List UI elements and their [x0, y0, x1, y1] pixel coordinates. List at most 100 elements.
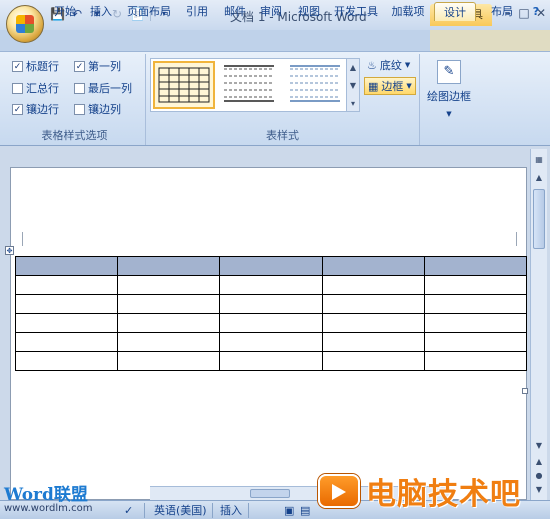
checkbox-box[interactable]: ✓ — [74, 60, 85, 72]
table-cell[interactable] — [321, 351, 425, 371]
tab-view[interactable]: 视图 — [292, 2, 326, 21]
table-cell[interactable] — [423, 294, 528, 314]
checkbox-label: 镶边列 — [88, 103, 121, 116]
table-cell[interactable] — [117, 275, 221, 295]
table-cell[interactable] — [321, 294, 425, 314]
play-logo-icon — [318, 474, 360, 508]
borders-button[interactable]: ▦ 边框 ▼ — [364, 77, 416, 95]
full-screen-view-icon[interactable]: ▤ — [300, 503, 310, 518]
watermark-brand: Word联盟 — [4, 485, 88, 505]
table-cell[interactable] — [219, 256, 323, 276]
table-cell[interactable] — [219, 332, 323, 352]
table-cell[interactable] — [321, 256, 425, 276]
table-cell[interactable] — [117, 294, 221, 314]
scroll-thumb[interactable] — [533, 189, 545, 249]
tab-addins[interactable]: 加载项 — [386, 2, 430, 21]
watermark-word-union: Word联盟 www.wordlm.com — [4, 480, 114, 518]
gallery-up-icon[interactable]: ▲ — [347, 59, 359, 77]
table-cell[interactable] — [423, 256, 528, 276]
ribbon-panel: ✓ 标题行 ✓ 第一列 汇总行 最后一列 ✓ 镶边行 镶边列 表格样式选项 表样… — [0, 51, 550, 146]
vertical-scrollbar[interactable]: ▦ ▲ ▼ ▲ ● ▼ — [530, 149, 547, 501]
borders-label: 边框 — [381, 80, 404, 93]
tab-references[interactable]: 引用 — [180, 2, 214, 21]
gallery-scroll[interactable]: ▲ ▼ ▾ — [346, 58, 360, 112]
table-cell[interactable] — [14, 294, 119, 314]
checkbox-banded-rows[interactable]: ✓ 镶边行 — [12, 101, 59, 117]
table-cell[interactable] — [14, 351, 119, 371]
table-cell[interactable] — [117, 256, 221, 276]
document-page[interactable]: ✥ — [5, 167, 528, 500]
table-cell[interactable] — [14, 256, 119, 276]
table-cell[interactable] — [321, 332, 425, 352]
tab-developer[interactable]: 开发工具 — [328, 2, 384, 21]
table-row — [14, 256, 528, 276]
tab-design[interactable]: 设计 — [434, 2, 476, 21]
office-button[interactable] — [6, 5, 44, 43]
checkbox-box[interactable]: ✓ — [12, 103, 23, 115]
proofing-icon[interactable]: ✓ — [124, 503, 133, 518]
checkbox-box[interactable] — [74, 103, 85, 115]
tab-insert[interactable]: 插入 — [84, 2, 118, 21]
language-status[interactable]: 英语(美国) — [154, 503, 207, 518]
table-cell[interactable] — [117, 313, 221, 333]
checkbox-header-row[interactable]: ✓ 标题行 — [12, 58, 59, 74]
checkbox-box[interactable] — [74, 82, 85, 94]
table-style-grid[interactable] — [153, 61, 215, 109]
table-style-grid-icon — [158, 67, 210, 103]
status-separator — [248, 503, 249, 518]
table-cell[interactable] — [423, 313, 528, 333]
table-resize-handle[interactable] — [522, 388, 528, 394]
table-cell[interactable] — [117, 351, 221, 371]
tab-page-layout[interactable]: 页面布局 — [122, 2, 176, 21]
table-cell[interactable] — [219, 275, 323, 295]
checkbox-total-row[interactable]: 汇总行 — [12, 80, 59, 96]
table-cell[interactable] — [219, 294, 323, 314]
gallery-more-icon[interactable]: ▾ — [347, 95, 359, 113]
table-cell[interactable] — [423, 351, 528, 371]
table-style-light[interactable] — [285, 61, 347, 109]
checkbox-banded-columns[interactable]: 镶边列 — [74, 101, 121, 117]
scroll-down-icon[interactable]: ▼ — [531, 439, 547, 453]
watermark-url: www.wordlm.com — [4, 503, 93, 514]
checkbox-last-column[interactable]: 最后一列 — [74, 80, 132, 96]
table-cell[interactable] — [423, 332, 528, 352]
draw-borders-button[interactable]: ✎ 绘图边框 ▼ — [424, 60, 474, 118]
table-cell[interactable] — [14, 332, 119, 352]
table-cell[interactable] — [219, 313, 323, 333]
table-cell[interactable] — [423, 275, 528, 295]
table-cell[interactable] — [321, 275, 425, 295]
watermark-pc-tech: 电脑技术吧 — [318, 468, 550, 514]
insert-mode-status[interactable]: 插入 — [220, 503, 242, 518]
status-separator — [212, 503, 213, 518]
table-move-handle[interactable]: ✥ — [5, 246, 14, 255]
table-cell[interactable] — [321, 313, 425, 333]
prev-page-icon[interactable]: ▲ — [531, 455, 547, 469]
help-icon[interactable]: ? — [528, 2, 544, 21]
pen-icon: ✎ — [437, 60, 461, 84]
tab-layout[interactable]: 布局 — [484, 2, 520, 21]
hscroll-thumb[interactable] — [250, 489, 290, 498]
table-cell[interactable] — [14, 275, 119, 295]
tab-review[interactable]: 审阅 — [254, 2, 288, 21]
table-cell[interactable] — [219, 351, 323, 371]
chevron-down-icon: ▼ — [406, 82, 412, 90]
table-cell[interactable] — [117, 332, 221, 352]
print-layout-view-icon[interactable]: ▣ — [284, 503, 294, 518]
document-table[interactable] — [14, 256, 528, 371]
table-style-plain[interactable] — [219, 61, 281, 109]
group-label: 表样式 — [266, 129, 299, 142]
shading-button[interactable]: ♨ 底纹 ▼ — [364, 56, 413, 74]
context-tab-band — [430, 30, 550, 51]
gallery-down-icon[interactable]: ▼ — [347, 77, 359, 95]
tab-home[interactable]: 开始 — [48, 2, 82, 21]
tab-mailings[interactable]: 邮件 — [218, 2, 252, 21]
office-logo-icon — [16, 15, 34, 33]
borders-icon: ▦ — [368, 79, 379, 93]
checkbox-label: 标题行 — [26, 60, 59, 73]
checkbox-box[interactable]: ✓ — [12, 60, 23, 72]
ruler-toggle-icon[interactable]: ▦ — [531, 153, 547, 167]
checkbox-first-column[interactable]: ✓ 第一列 — [74, 58, 121, 74]
table-cell[interactable] — [14, 313, 119, 333]
scroll-up-icon[interactable]: ▲ — [531, 171, 547, 185]
checkbox-box[interactable] — [12, 82, 23, 94]
